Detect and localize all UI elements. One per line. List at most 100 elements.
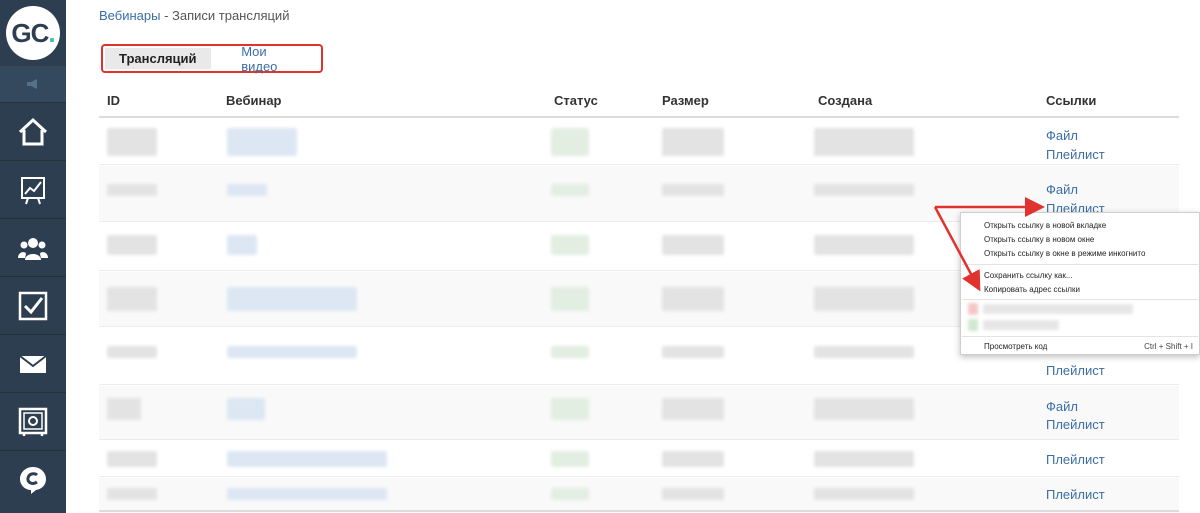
row-status-redacted: [551, 128, 589, 156]
link-file[interactable]: Файл: [1046, 182, 1078, 197]
ctx-extension-item-redacted[interactable]: [983, 320, 1059, 330]
ctx-separator: [962, 299, 1198, 300]
mail-icon: [19, 354, 47, 373]
header-size: Размер: [662, 93, 709, 108]
ctx-separator: [962, 336, 1198, 337]
sidebar-item-stats[interactable]: [0, 160, 66, 218]
link-playlist[interactable]: Плейлист: [1046, 487, 1105, 502]
row-id-redacted: [107, 451, 157, 467]
row-status-redacted: [551, 184, 589, 196]
breadcrumb-separator: -: [160, 8, 173, 23]
row-size-redacted: [662, 451, 724, 467]
row-status-redacted: [551, 287, 589, 311]
row-size-redacted: [662, 235, 724, 255]
tab-broadcasts[interactable]: Трансляций: [105, 48, 212, 69]
row-created-redacted: [814, 128, 914, 156]
link-playlist[interactable]: Плейлист: [1046, 363, 1105, 378]
header-status: Статус: [554, 93, 598, 108]
row-webinar-redacted: [227, 346, 357, 358]
tabs: Трансляций Мои видео: [101, 44, 323, 74]
row-webinar-redacted: [227, 398, 265, 420]
checkbox-icon: [18, 291, 48, 320]
ctx-inspect[interactable]: Просмотреть код: [984, 342, 1047, 351]
breadcrumb-parent-link[interactable]: Вебинары: [99, 8, 160, 23]
sidebar-item-users[interactable]: [0, 218, 66, 276]
row-webinar-redacted: [227, 235, 257, 255]
home-icon: [18, 117, 48, 145]
sidebar-item-chat[interactable]: [0, 450, 66, 508]
row-created-redacted: [814, 184, 914, 196]
ctx-extension-item-redacted[interactable]: [983, 304, 1133, 314]
row-status-redacted: [551, 488, 589, 500]
row-created-redacted: [814, 235, 914, 255]
sidebar-item-mail[interactable]: [0, 334, 66, 392]
safe-icon: [18, 407, 48, 436]
header-created: Создана: [818, 93, 873, 108]
megaphone-icon: [27, 79, 37, 89]
row-status-redacted: [551, 235, 589, 255]
table-header: ID Вебинар Статус Размер Создана Ссылки: [99, 88, 1179, 118]
row-webinar-redacted: [227, 128, 297, 156]
sidebar-item-sales[interactable]: [0, 392, 66, 450]
chat-icon: [20, 466, 46, 494]
row-webinar-redacted: [227, 184, 267, 196]
row-status-redacted: [551, 451, 589, 467]
table-row: Плейлист: [99, 478, 1179, 512]
row-id-redacted: [107, 235, 157, 255]
ctx-extension-icon: [968, 319, 978, 331]
row-id-redacted: [107, 184, 157, 196]
link-file[interactable]: Файл: [1046, 128, 1078, 143]
row-created-redacted: [814, 488, 914, 500]
ctx-open-new-tab[interactable]: Открыть ссылку в новой вкладке: [984, 221, 1106, 230]
row-size-redacted: [662, 287, 724, 311]
header-webinar: Вебинар: [226, 93, 282, 108]
row-id-redacted: [107, 287, 157, 311]
context-menu: Открыть ссылку в новой вкладке Открыть с…: [960, 212, 1200, 355]
users-icon: [18, 237, 48, 260]
row-size-redacted: [662, 488, 724, 500]
sidebar-toggle[interactable]: [0, 66, 66, 102]
logo-badge: GC.: [6, 6, 60, 60]
sidebar-item-home[interactable]: [0, 102, 66, 160]
row-size-redacted: [662, 398, 724, 420]
row-webinar-redacted: [227, 488, 387, 500]
ctx-separator: [962, 264, 1198, 265]
link-playlist[interactable]: Плейлист: [1046, 417, 1105, 432]
sidebar: GC.: [0, 0, 66, 513]
row-created-redacted: [814, 346, 914, 358]
header-links: Ссылки: [1046, 93, 1097, 108]
row-status-redacted: [551, 346, 589, 358]
row-status-redacted: [551, 398, 589, 420]
row-webinar-redacted: [227, 451, 387, 467]
breadcrumb-current: Записи трансляций: [172, 8, 290, 23]
sidebar-item-tasks[interactable]: [0, 276, 66, 334]
chart-icon: [21, 176, 45, 204]
ctx-copy-link-address[interactable]: Копировать адрес ссылки: [984, 285, 1080, 294]
row-webinar-redacted: [227, 287, 357, 311]
logo-text: GC.: [11, 17, 55, 48]
ctx-save-link-as[interactable]: Сохранить ссылку как...: [984, 271, 1073, 280]
table-row: Файл Плейлист: [99, 120, 1179, 165]
header-id: ID: [107, 93, 120, 108]
ctx-open-incognito[interactable]: Открыть ссылку в окне в режиме инкогнито: [984, 249, 1145, 258]
row-created-redacted: [814, 398, 914, 420]
link-playlist[interactable]: Плейлист: [1046, 147, 1105, 162]
row-created-redacted: [814, 287, 914, 311]
logo[interactable]: GC.: [0, 0, 66, 66]
row-id-redacted: [107, 346, 157, 358]
row-id-redacted: [107, 128, 157, 156]
row-size-redacted: [662, 346, 724, 358]
ctx-inspect-shortcut: Ctrl + Shift + I: [1144, 342, 1193, 351]
row-id-redacted: [107, 488, 157, 500]
table-row: Плейлист: [99, 441, 1179, 477]
ctx-extension-icon: [968, 303, 978, 315]
tab-my-videos[interactable]: Мои видео: [227, 44, 319, 74]
link-file[interactable]: Файл: [1046, 399, 1078, 414]
link-playlist[interactable]: Плейлист: [1046, 452, 1105, 467]
table-row: Файл Плейлист: [99, 386, 1179, 440]
breadcrumb: Вебинары - Записи трансляций: [99, 8, 289, 23]
row-id-redacted: [107, 398, 141, 420]
row-created-redacted: [814, 451, 914, 467]
row-size-redacted: [662, 184, 724, 196]
ctx-open-new-window[interactable]: Открыть ссылку в новом окне: [984, 235, 1094, 244]
